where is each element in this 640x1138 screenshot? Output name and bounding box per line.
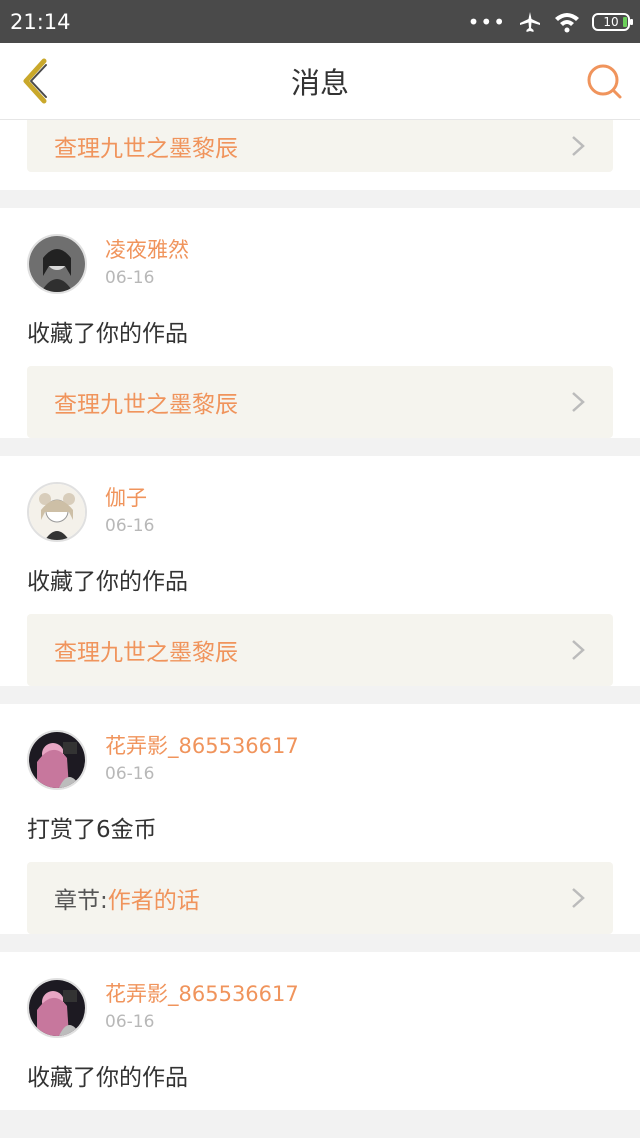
work-link[interactable]: 查理九世之墨黎辰 xyxy=(27,614,613,686)
avatar[interactable] xyxy=(27,730,87,790)
work-link[interactable]: 查理九世之墨黎辰 xyxy=(27,120,613,172)
work-title: 查理九世之墨黎辰 xyxy=(54,392,238,418)
nav-bar: 消息 xyxy=(0,43,640,120)
message-date: 06-16 xyxy=(105,516,155,536)
message-user: 花弄影_865536617 06-16 xyxy=(27,704,613,790)
airplane-icon xyxy=(520,11,540,32)
status-time: 21:14 xyxy=(10,9,71,34)
message-date: 06-16 xyxy=(105,764,155,784)
message-action: 收藏了你的作品 xyxy=(27,321,188,347)
message-card: 查理九世之墨黎辰 xyxy=(0,120,640,190)
chevron-right-icon xyxy=(572,392,585,412)
message-user: 伽子 06-16 xyxy=(27,456,613,542)
message-action: 打赏了6金币 xyxy=(27,817,157,843)
work-link[interactable]: 查理九世之墨黎辰 xyxy=(27,366,613,438)
chapter-link[interactable]: 章节: 作者的话 xyxy=(27,862,613,934)
more-dots-indicator: ••• xyxy=(467,9,506,34)
page-title: 消息 xyxy=(290,66,349,100)
work-title: 查理九世之墨黎辰 xyxy=(54,640,238,666)
user-name[interactable]: 花弄影_865536617 xyxy=(105,980,299,1008)
message-card: 花弄影_865536617 06-16 打赏了6金币 章节: 作者的话 xyxy=(0,704,640,934)
wifi-icon xyxy=(555,12,579,32)
chevron-right-icon xyxy=(572,888,585,908)
chapter-prefix: 章节: xyxy=(54,888,108,914)
chevron-right-icon xyxy=(572,136,585,156)
message-date: 06-16 xyxy=(105,268,155,288)
message-feed[interactable]: 查理九世之墨黎辰 凌夜雅然 06-16 收藏了你的作品 查理九世之墨黎辰 伽子 xyxy=(0,120,640,1128)
message-card: 凌夜雅然 06-16 收藏了你的作品 查理九世之墨黎辰 xyxy=(0,208,640,438)
user-name[interactable]: 凌夜雅然 xyxy=(105,236,189,264)
chevron-right-icon xyxy=(572,640,585,660)
search-icon[interactable] xyxy=(584,61,626,103)
status-icons: ••• 10 xyxy=(467,9,633,34)
avatar[interactable] xyxy=(27,234,87,294)
message-card: 伽子 06-16 收藏了你的作品 查理九世之墨黎辰 xyxy=(0,456,640,686)
user-name[interactable]: 伽子 xyxy=(105,484,154,512)
message-date: 06-16 xyxy=(105,1012,155,1032)
chevron-left-icon[interactable] xyxy=(12,55,60,107)
message-action: 收藏了你的作品 xyxy=(27,569,188,595)
message-user: 凌夜雅然 06-16 xyxy=(27,208,613,294)
user-name[interactable]: 花弄影_865536617 xyxy=(105,732,299,760)
message-card: 花弄影_865536617 06-16 收藏了你的作品 xyxy=(0,952,640,1110)
message-action: 收藏了你的作品 xyxy=(27,1065,188,1091)
work-title: 查理九世之墨黎辰 xyxy=(54,136,238,162)
status-bar: 21:14 ••• 10 xyxy=(0,0,640,43)
chapter-title: 作者的话 xyxy=(107,888,200,914)
battery-icon: 10 xyxy=(592,12,633,31)
avatar[interactable] xyxy=(27,978,87,1038)
battery-level: 10 xyxy=(603,14,619,29)
avatar[interactable] xyxy=(27,482,87,542)
message-user: 花弄影_865536617 06-16 xyxy=(27,952,613,1038)
